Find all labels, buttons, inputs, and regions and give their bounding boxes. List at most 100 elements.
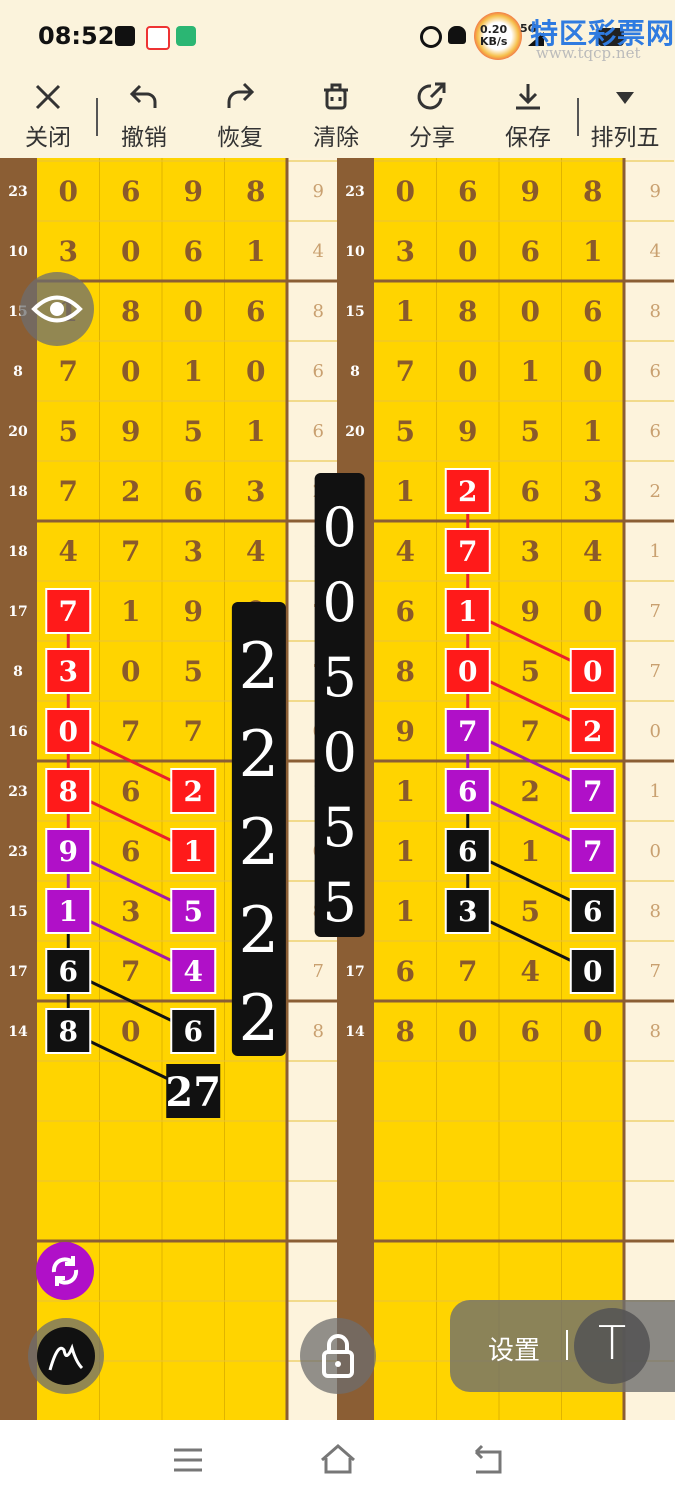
cell-digit: 5 [59,415,78,448]
save-button[interactable]: 保存 [488,80,568,152]
share-button[interactable]: 分享 [392,80,472,152]
marked-digit: 6 [458,835,477,868]
cell-digit: 2 [521,775,540,808]
cell-digit: 7 [59,475,78,508]
row-label: 14 [8,1024,28,1040]
cell-digit: 6 [583,295,602,328]
marked-digit: 6 [583,895,602,928]
cell-digit: 6 [650,421,661,442]
status-time: 08:52 [38,22,115,50]
marked-digit: 8 [59,1015,78,1048]
cell-digit: 3 [59,235,78,268]
cell-digit: 5 [184,415,203,448]
cell-digit: 7 [184,715,203,748]
cell-digit: 6 [184,475,203,508]
lock-button[interactable] [300,1318,376,1394]
cell-digit: 9 [184,175,203,208]
cell-digit: 8 [650,1021,661,1042]
overlay-digit: 2 [239,982,280,1056]
row-label: 8 [13,364,23,380]
cell-digit: 1 [583,415,602,448]
overlay-digit: 5 [322,796,356,859]
cell-digit: 7 [650,961,661,982]
marked-digit: 6 [184,1015,203,1048]
cell-digit: 0 [246,355,265,388]
marked-digit: 3 [458,895,477,928]
close-button[interactable]: 关闭 [8,80,88,152]
settings-divider [566,1330,568,1360]
row-label: 10 [345,244,365,260]
row-label: 23 [8,844,27,860]
visibility-toggle-button[interactable] [20,272,94,346]
overlay-digit: 2 [239,806,280,880]
cell-digit: 1 [396,895,415,928]
row-label: 17 [345,964,364,980]
lottery-board[interactable]: 2310158201818178162323151714069893061418… [0,158,675,1422]
row-label: 20 [345,424,365,440]
tiktok-icon [115,26,135,46]
marked-digit: 4 [184,955,203,988]
cell-digit: 2 [121,475,140,508]
cell-digit: 0 [583,595,602,628]
overlay-digit: 2 [239,630,280,704]
cell-digit: 0 [121,355,140,388]
marked-digit: 9 [59,835,78,868]
toolbar-divider [577,98,579,136]
cell-digit: 1 [650,541,661,562]
cell-digit: 1 [521,355,540,388]
cell-digit: 0 [59,175,78,208]
redo-button[interactable]: 恢复 [200,80,280,152]
cell-digit: 5 [521,655,540,688]
cell-digit: 5 [396,415,415,448]
cell-digit: 0 [121,655,140,688]
undo-icon [129,84,157,108]
marked-digit: 3 [59,655,78,688]
cell-digit: 6 [313,361,324,382]
cell-digit: 0 [583,355,602,388]
cell-digit: 8 [458,295,477,328]
sum-value: 27 [165,1069,221,1116]
row-label: 17 [8,964,27,980]
cell-digit: 7 [59,355,78,388]
marked-digit: 8 [59,775,78,808]
row-label: 15 [8,904,27,920]
marked-digit: 7 [458,715,477,748]
cell-digit: 4 [59,535,78,568]
cell-digit: 7 [121,715,140,748]
cell-digit: 3 [246,475,265,508]
row-label: 8 [350,364,360,380]
text-tool-button[interactable]: T [574,1308,650,1384]
cell-digit: 3 [583,475,602,508]
bell-muted-icon [448,26,466,44]
marked-digit: 1 [184,835,203,868]
cell-digit: 2 [650,481,661,502]
cell-digit: 8 [313,301,324,322]
cell-digit: 7 [121,535,140,568]
cell-digit: 0 [121,1015,140,1048]
cell-digit: 6 [121,835,140,868]
cell-digit: 7 [313,961,324,982]
cell-digit: 3 [184,535,203,568]
undo-button[interactable]: 撤销 [104,80,184,152]
cell-digit: 1 [583,235,602,268]
marked-digit: 0 [583,655,602,688]
cell-digit: 0 [650,841,661,862]
pen-tool-button[interactable] [28,1318,104,1394]
row-label: 10 [8,244,28,260]
trash-icon [324,83,348,110]
marked-digit: 1 [458,595,477,628]
system-nav-bar [0,1420,675,1500]
cell-digit: 5 [184,655,203,688]
home-icon[interactable] [321,1444,355,1474]
refresh-button[interactable] [36,1242,94,1300]
settings-button[interactable]: 设置 [488,1330,540,1367]
lottery-select-button[interactable]: 排列五 [585,80,665,152]
menu-icon[interactable] [174,1448,202,1472]
text-tool-icon: T [597,1316,627,1370]
eye-icon [31,295,83,323]
back-icon[interactable] [474,1444,502,1474]
cell-digit: 1 [184,355,203,388]
clear-button[interactable]: 清除 [296,80,376,152]
refresh-icon [51,1256,79,1286]
board-canvas[interactable]: 2310158201818178162323151714069893061418… [0,158,675,1422]
